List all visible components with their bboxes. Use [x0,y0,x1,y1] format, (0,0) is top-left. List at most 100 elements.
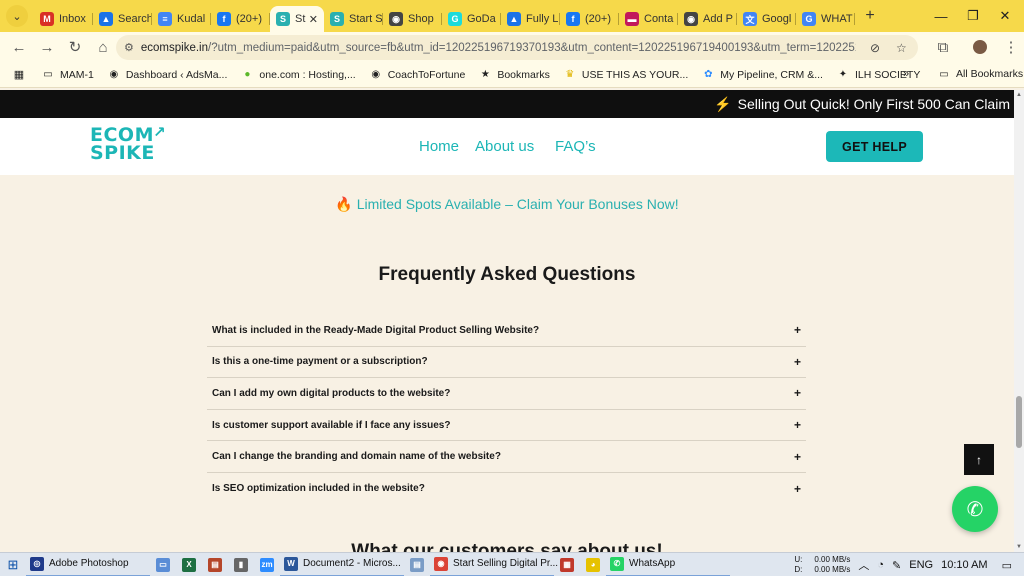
reload-icon[interactable]: ↻ [62,34,88,60]
faq-item[interactable]: Is this a one-time payment or a subscrip… [207,347,806,379]
bookmark-item[interactable]: ▭ MAM-1 [42,69,94,81]
home-icon[interactable]: ⌂ [90,34,116,60]
browser-tab[interactable]: G GoDa [442,6,501,32]
expand-plus-icon[interactable]: + [794,386,801,400]
bookmark-label: My Pipeline, CRM &... [720,68,823,81]
nav-faqs[interactable]: FAQ’s [555,138,596,155]
profile-avatar[interactable] [973,40,987,54]
facebook-icon: f [566,12,580,26]
taskbar-app[interactable]: ◉ Start Selling Digital Pr... [430,553,558,576]
limited-spots-label: Limited Spots Available – Claim Your Bon… [356,196,679,212]
browser-tab[interactable]: S St ✕ [270,6,324,32]
gmail-icon: M [40,12,54,26]
eye-off-icon[interactable]: ⊘ [870,35,880,60]
taskbar-app[interactable]: ▭ [150,557,176,572]
faq-item[interactable]: Is SEO optimization included in the webs… [207,473,806,505]
bookmark-star-icon[interactable]: ☆ [896,35,907,60]
bookmark-item[interactable]: ♛ USE THIS AS YOUR... [564,69,688,81]
tray-chevron-icon[interactable]: ︿ [858,557,869,573]
taskbar-app[interactable]: ▦ [554,557,580,572]
taskbar-app[interactable]: ▤ [202,557,228,572]
taskbar-app[interactable]: ✆ WhatsApp [606,553,730,576]
faq-question: Is SEO optimization included in the webs… [212,483,425,495]
tab-label: Inbox [59,13,86,25]
lang-indicator[interactable]: ENG [909,559,933,571]
browser-tab[interactable]: f (20+) [211,6,270,32]
more-bookmarks-icon[interactable]: » [903,68,909,80]
menu-kebab-icon[interactable]: ⋮ [998,34,1024,60]
browser-tab[interactable]: ▲ Search [93,6,152,32]
tab-label: Search [118,13,152,25]
expand-plus-icon[interactable]: + [794,450,801,464]
url-text[interactable]: ecomspike.in/?utm_medium=paid&utm_source… [141,42,856,54]
tab-search-chevron-icon[interactable]: ⌄ [6,5,28,27]
ecomspike-logo[interactable]: ECOM SPIKE ↗ [90,123,166,163]
taskbar-app[interactable]: ▤ [404,557,430,572]
bookmark-item[interactable]: ◉ CoachToFortune [370,69,465,81]
get-help-button[interactable]: GET HELP [826,131,923,162]
close-window-icon[interactable]: ✕ [982,0,1024,32]
browser-tab[interactable]: M Inbox [34,6,93,32]
browser-tab[interactable]: 文 Googl [737,6,796,32]
notifications-icon[interactable]: ▭ [1002,559,1012,572]
faq-item[interactable]: What is included in the Ready-Made Digit… [207,315,806,347]
back-arrow-icon[interactable]: ← [6,34,32,60]
browser-tab[interactable]: S Start S [324,6,383,32]
browser-tab[interactable]: ◉ Shop [383,6,442,32]
taskbar-app[interactable]: ▮ [228,557,254,572]
windows-start-icon[interactable]: ⊞ [0,557,26,573]
faq-item[interactable]: Is customer support available if I face … [207,410,806,442]
taskbar-app[interactable]: ◕ [580,557,606,572]
taskbar-app[interactable]: ◎ Adobe Photoshop [26,553,150,576]
expand-plus-icon[interactable]: + [794,418,801,432]
browser-tab[interactable]: ◉ Add P [678,6,737,32]
taskbar-app[interactable]: W Document2 - Micros... [280,553,404,576]
globe-icon: ◉ [389,12,403,26]
faq-item[interactable]: Can I change the branding and domain nam… [207,441,806,473]
wifi-icon[interactable]: ◔ [877,559,884,571]
bookmark-item[interactable]: ✿ My Pipeline, CRM &... [702,69,823,81]
scrollbar-thumb[interactable] [1016,396,1022,448]
nav-about-us[interactable]: About us [475,138,534,155]
bookmark-label: Bookmarks [497,68,550,81]
taskbar-app[interactable]: zm [254,557,280,572]
scroll-down-icon[interactable]: ▼ [1016,544,1022,550]
godaddy-icon: G [448,12,462,26]
back-to-top-button[interactable]: ↑ [964,444,994,475]
close-tab-icon[interactable]: ✕ [309,13,318,26]
all-bookmarks[interactable]: ▭ All Bookmarks [938,68,1023,80]
fire-icon: 🔥 [335,196,353,212]
bookmark-item[interactable]: ◉ Dashboard ‹ AdsMa... [108,69,227,81]
folder-icon: ▭ [43,69,53,80]
browser-tab[interactable]: f (20+) [560,6,619,32]
expand-plus-icon[interactable]: + [794,482,801,496]
site-settings-icon[interactable]: ⚙ [124,41,134,54]
browser-tab[interactable]: ▬ Conta [619,6,678,32]
expand-plus-icon[interactable]: + [794,323,801,337]
taskbar-app-label: WhatsApp [629,558,676,569]
browser-tab[interactable]: ▲ Fully L [501,6,560,32]
bookmark-item[interactable]: ● one.com : Hosting,... [241,69,355,81]
lightning-icon: ⚡ [714,95,732,112]
whatsapp-icon: ✆ [966,498,984,521]
taskbar-app[interactable]: X [176,557,202,572]
bookmark-label: USE THIS AS YOUR... [581,68,689,81]
tab-label: GoDa [467,13,496,25]
expand-plus-icon[interactable]: + [794,355,801,369]
forward-arrow-icon[interactable]: → [34,34,60,60]
whatsapp-chat-button[interactable]: ✆ [952,486,998,532]
address-bar[interactable]: ⚙ ecomspike.in/?utm_medium=paid&utm_sour… [116,35,918,60]
browser-toolbar: ← → ↻ ⌂ ⚙ ecomspike.in/?utm_medium=paid&… [0,32,1024,62]
pen-icon[interactable]: ✎ [892,559,901,572]
scroll-up-icon[interactable]: ▲ [1016,92,1022,98]
browser-tab[interactable]: G WHAT [796,6,855,32]
extensions-icon[interactable]: ⧉ [930,34,956,60]
page-scrollbar[interactable]: ▲ ▼ [1014,90,1024,552]
nav-home[interactable]: Home [419,138,459,155]
bookmark-item[interactable]: ★ Bookmarks [479,69,550,81]
faq-item[interactable]: Can I add my own digital products to the… [207,378,806,410]
clock[interactable]: 10:10 AM [941,559,987,571]
apps-grid-icon[interactable]: ▦ [6,68,32,81]
browser-tab[interactable]: ≡ Kudal [152,6,211,32]
new-tab-button[interactable]: + [859,7,881,25]
